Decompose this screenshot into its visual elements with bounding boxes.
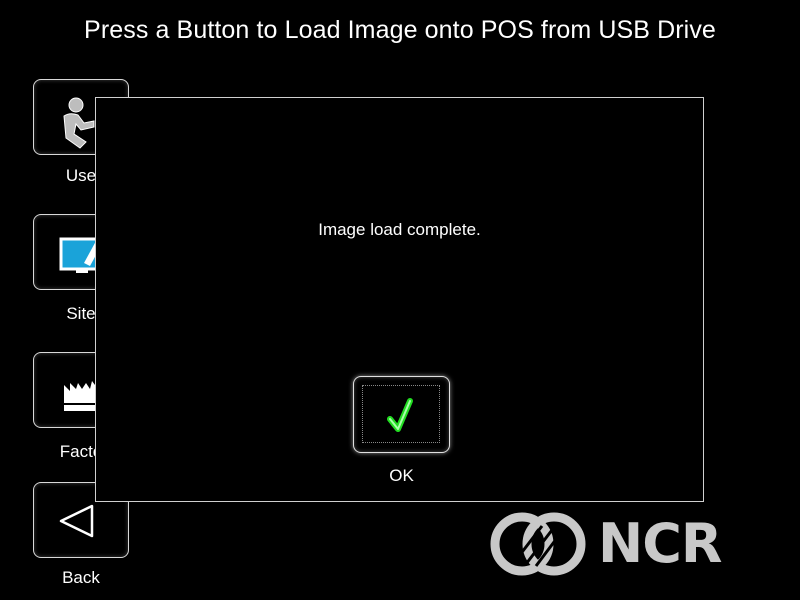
pos-screen: Press a Button to Load Image onto POS fr…	[0, 0, 800, 600]
back-button-label: Back	[62, 568, 100, 587]
checkmark-icon	[387, 398, 413, 432]
ok-button-label: OK	[389, 466, 414, 485]
ncr-logo-text: NCR	[598, 512, 722, 575]
page-title: Press a Button to Load Image onto POS fr…	[84, 16, 716, 44]
ncr-logo-mark	[490, 512, 586, 576]
ok-button[interactable]	[353, 376, 450, 453]
dialog-message: Image load complete.	[318, 220, 481, 239]
ncr-logo: NCR	[486, 508, 722, 580]
image-load-dialog: Image load complete. OK	[95, 97, 704, 502]
